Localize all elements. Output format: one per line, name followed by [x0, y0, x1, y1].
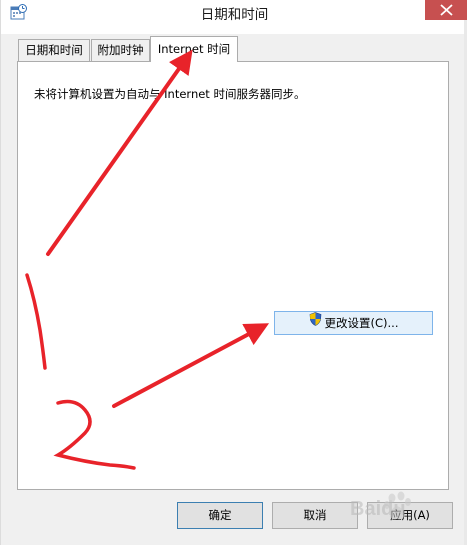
close-icon — [440, 4, 453, 16]
internet-time-panel: 未将计算机设置为自动与 Internet 时间服务器同步。 更改设置(C)... — [17, 61, 449, 490]
tab-internet-time[interactable]: Internet 时间 — [150, 36, 238, 62]
change-settings-button[interactable]: 更改设置(C)... — [274, 311, 433, 335]
watermark-text: Baidu — [350, 498, 406, 520]
uac-shield-icon — [309, 311, 322, 333]
ok-button[interactable]: 确定 — [177, 502, 263, 529]
baidu-watermark: Baidu — [350, 490, 450, 530]
close-button[interactable] — [425, 0, 467, 20]
change-settings-label: 更改设置(C)... — [324, 316, 399, 330]
window-title: 日期和时间 — [200, 7, 269, 23]
cancel-button[interactable]: 取消 — [272, 502, 358, 529]
tab-additional-clocks[interactable]: 附加时钟 — [91, 39, 150, 61]
title-bar[interactable]: 日期和时间 — [1, 0, 467, 34]
date-time-dialog: 日期和时间 日期和时间 附加时钟 Internet 时间 未将计算机设置为自动与… — [0, 0, 467, 545]
tab-date-time[interactable]: 日期和时间 — [18, 39, 90, 61]
sync-status-text: 未将计算机设置为自动与 Internet 时间服务器同步。 — [34, 87, 306, 101]
